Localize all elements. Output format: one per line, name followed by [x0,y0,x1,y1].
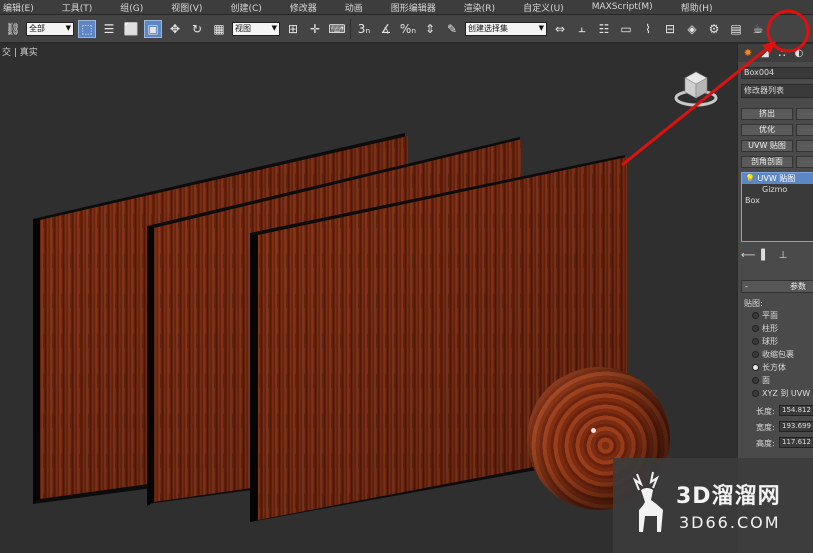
mapping-group-label: 贴图: [744,299,763,308]
watermark-brand: 3D溜溜网 [676,484,781,509]
spinner-snap-icon[interactable]: ⇕ [421,20,439,38]
menu-create[interactable]: 创建(C) [230,1,261,14]
layer-manager-icon[interactable]: ☷ [595,20,613,38]
modifier-button-right-2[interactable] [796,124,813,136]
radio-shrink-wrap[interactable]: 收缩包裹 [752,349,794,360]
link-icon[interactable]: ⛓ [4,20,22,38]
modify-tab-icon[interactable]: ◢ [758,46,772,60]
reference-coord-dropdown[interactable]: 视图 [232,21,280,36]
menu-group[interactable]: 组(G) [120,1,143,14]
parameters-rollout[interactable]: - 参数 [741,280,813,293]
radio-cylindrical[interactable]: 柱形 [752,323,778,334]
toolbar-separator [350,18,351,39]
deer-logo-icon [632,471,663,532]
stack-item-gizmo[interactable]: Gizmo [742,184,813,195]
select-by-name-icon[interactable]: ☰ [100,20,118,38]
named-selection-dropdown[interactable]: 创建选择集 [465,21,547,36]
make-unique-icon[interactable]: ⊥ [777,250,789,262]
stack-item-uvw-map[interactable]: 💡 UVW 贴图 [742,173,813,184]
main-toolbar: ⛓ 全部 ⬚ ☰ ⬜ ▣ ✥ ↻ ▦ 视图 ⊞ ✛ ⌨ 3ₙ ∡ %ₙ ⇕ ✎ … [0,15,813,43]
extrude-button[interactable]: 挤出 [741,108,793,120]
modifier-button-right-3[interactable] [796,140,813,152]
rotate-icon[interactable]: ↻ [188,20,206,38]
menu-graph-editors[interactable]: 图形编辑器 [391,1,436,14]
pin-stack-icon[interactable]: ⟵ [741,250,755,262]
width-field[interactable]: 193.699 [779,421,813,432]
height-field[interactable]: 117.612 [779,437,813,448]
radio-face[interactable]: 面 [752,375,770,386]
length-label: 长度: [756,407,775,416]
watermark: 3D溜溜网 3D66.COM [613,458,813,553]
length-field[interactable]: 154.812 [779,405,813,416]
stack-item-box[interactable]: Box [742,195,813,206]
render-frame-icon[interactable]: ▤ [727,20,745,38]
uvw-map-button[interactable]: UVW 贴图 [741,140,793,152]
create-tab-icon[interactable]: ✸ [741,46,755,60]
stack-controls: ⟵ ▌ ⊥ [741,248,813,264]
bevel-profile-button[interactable]: 剖角剖面 [741,156,793,168]
modifier-button-right-1[interactable] [796,108,813,120]
modifier-stack: 💡 UVW 贴图 Gizmo Box [741,172,813,242]
pivot-center-icon[interactable]: ⊞ [284,20,302,38]
scale-icon[interactable]: ▦ [210,20,228,38]
hierarchy-tab-icon[interactable]: ⛬ [775,46,789,60]
ribbon-icon[interactable]: ▭ [617,20,635,38]
menu-modifiers[interactable]: 修改器 [290,1,317,14]
width-label: 宽度: [756,423,775,432]
radio-xyz-to-uvw[interactable]: XYZ 到 UVW [751,388,810,399]
schematic-view-icon[interactable]: ⊟ [661,20,679,38]
radio-spherical[interactable]: 球形 [752,336,778,347]
modifier-button-right-4[interactable] [796,156,813,168]
selection-filter-dropdown[interactable]: 全部 [26,21,74,36]
radio-box[interactable]: 长方体 [752,362,786,373]
rect-selection-icon[interactable]: ⬜ [122,20,140,38]
mirror-icon[interactable]: ⇔ [551,20,569,38]
align-icon[interactable]: ⫠ [573,20,591,38]
motion-tab-icon[interactable]: ◐ [792,46,806,60]
menu-rendering[interactable]: 渲染(R) [464,1,495,14]
menu-animation[interactable]: 动画 [345,1,363,14]
command-panel-tabs: ✸ ◢ ⛬ ◐ [738,44,813,62]
move-icon[interactable]: ✥ [166,20,184,38]
bulb-icon[interactable]: 💡 [745,174,755,183]
menu-views[interactable]: 视图(V) [171,1,202,14]
render-setup-icon[interactable]: ⚙ [705,20,723,38]
menu-maxscript[interactable]: MAXScript(M) [592,2,653,12]
render-teapot-icon[interactable]: ☕ [749,20,767,38]
menu-tools[interactable]: 工具(T) [62,1,93,14]
optimize-button[interactable]: 优化 [741,124,793,136]
object-name-field[interactable]: Box004 [741,67,813,79]
height-label: 高度: [756,439,775,448]
menu-edit[interactable]: 编辑(E) [3,1,34,14]
percent-snap-icon[interactable]: %ₙ [399,20,417,38]
angle-snap-icon[interactable]: ∡ [377,20,395,38]
sphere-highlight [591,428,596,433]
select-object-icon[interactable]: ⬚ [78,19,96,38]
select-manipulate-icon[interactable]: ✛ [306,20,324,38]
rollout-collapse-icon[interactable]: - [745,281,748,292]
menu-help[interactable]: 帮助(H) [681,1,713,14]
menu-customize[interactable]: 自定义(U) [523,1,564,14]
window-crossing-icon[interactable]: ▣ [144,19,162,38]
show-end-result-icon[interactable]: ▌ [759,250,771,262]
radio-planar[interactable]: 平面 [752,310,778,321]
snap-3d-icon[interactable]: 3ₙ [355,20,373,38]
menu-bar: 编辑(E) 工具(T) 组(G) 视图(V) 创建(C) 修改器 动画 图形编辑… [0,0,813,15]
material-editor-icon[interactable]: ◈ [683,20,701,38]
edit-named-sel-icon[interactable]: ✎ [443,20,461,38]
modifier-list-dropdown[interactable]: 修改器列表 [741,84,813,98]
curve-editor-icon[interactable]: ⌇ [639,20,657,38]
keyboard-shortcut-icon[interactable]: ⌨ [328,20,346,38]
watermark-url: 3D66.COM [679,513,781,532]
